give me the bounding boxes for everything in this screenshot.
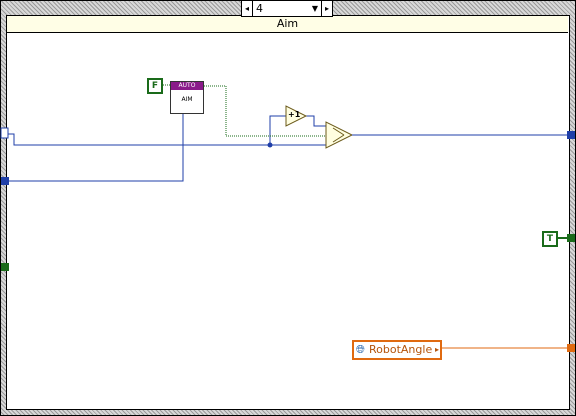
output-tunnel-orange[interactable] xyxy=(567,344,575,352)
false-constant[interactable]: F xyxy=(147,78,163,94)
input-tunnel-blue[interactable] xyxy=(1,177,9,185)
select-node[interactable] xyxy=(325,121,354,149)
block-diagram-wires xyxy=(0,84,575,352)
wire-increment-to-select xyxy=(306,115,326,127)
wire-to-increment xyxy=(269,115,286,145)
subvi-label: AIM xyxy=(181,96,193,103)
direction-arrow-icon: ▸ xyxy=(434,345,439,354)
true-constant[interactable]: T xyxy=(542,231,558,247)
robotangle-local-variable[interactable]: 🌐︎ RobotAngle ▸ xyxy=(352,340,442,360)
aim-subvi[interactable]: AUTO AIM xyxy=(170,81,204,114)
globe-icon: 🌐︎ xyxy=(356,343,365,356)
subvi-banner: AUTO xyxy=(171,82,203,90)
output-tunnel-green[interactable] xyxy=(567,234,575,242)
input-tunnel-green[interactable] xyxy=(1,263,9,271)
robotangle-label: RobotAngle xyxy=(369,343,433,356)
wire-to-subvi xyxy=(9,112,184,182)
increment-label: +1 xyxy=(288,110,301,119)
input-tunnel-top[interactable] xyxy=(0,127,9,139)
wire-boolean-select xyxy=(202,85,326,137)
output-tunnel-blue[interactable] xyxy=(567,131,575,139)
